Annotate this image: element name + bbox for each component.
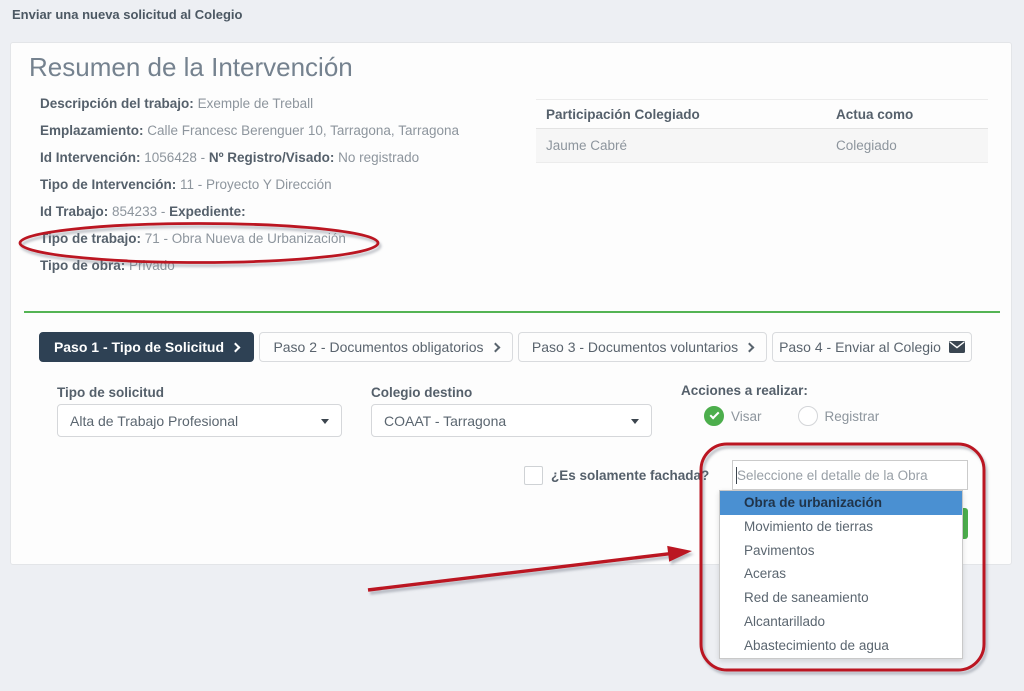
participants-table-header: Participación Colegiado Actua como [536, 99, 988, 129]
detail-row: Tipo de Intervención: 11 - Proyecto Y Di… [40, 177, 510, 204]
dropdown-option[interactable]: Pavimentos [720, 539, 962, 563]
tipo-solicitud-select[interactable]: Alta de Trabajo Profesional [57, 404, 342, 437]
green-divider [24, 311, 1000, 313]
fachada-checkbox[interactable] [524, 466, 543, 485]
obra-detail-dropdown-list: Obra de urbanización Movimiento de tierr… [719, 490, 963, 659]
tab-paso-4[interactable]: Paso 4 - Enviar al Colegio [772, 332, 972, 362]
radio-visar[interactable]: Visar [704, 406, 762, 426]
intervention-details: Descripción del trabajo: Exemple de Treb… [40, 96, 510, 285]
dropdown-option[interactable]: Red de saneamiento [720, 586, 962, 610]
tipo-solicitud-label: Tipo de solicitud [57, 385, 164, 400]
detail-row: Tipo de obra: Privado [40, 258, 510, 285]
participant-role: Colegiado [836, 138, 988, 153]
column-header: Actua como [836, 107, 988, 122]
breadcrumb-title: Enviar una nueva solicitud al Colegio [12, 7, 242, 22]
participant-name: Jaume Cabré [536, 138, 836, 153]
radio-registrar[interactable]: Registrar [798, 406, 880, 426]
chevron-right-icon [745, 342, 755, 352]
detail-row: Id Trabajo: 854233 - Expediente: [40, 204, 510, 231]
detail-row: Emplazamiento: Calle Francesc Berenguer … [40, 123, 510, 150]
caret-down-icon [631, 419, 639, 424]
acciones-radios: Visar Registrar [704, 406, 879, 426]
tab-paso-2[interactable]: Paso 2 - Documentos obligatorios [259, 332, 513, 362]
radio-unchecked-icon [798, 406, 818, 426]
combobox-placeholder: Seleccione el detalle de la Obra [737, 468, 928, 483]
detail-row: Id Intervención: 1056428 - Nº Registro/V… [40, 150, 510, 177]
table-row: Jaume Cabré Colegiado [536, 129, 988, 163]
chevron-right-icon [490, 342, 500, 352]
detail-row: Descripción del trabajo: Exemple de Treb… [40, 96, 510, 123]
detail-row-tipo-trabajo: Tipo de trabajo: 71 - Obra Nueva de Urba… [40, 231, 510, 258]
caret-down-icon [321, 419, 329, 424]
dropdown-option[interactable]: Alcantarillado [720, 610, 962, 634]
envelope-icon [949, 341, 965, 353]
column-header: Participación Colegiado [536, 107, 836, 122]
obra-detail-combobox-input[interactable]: Seleccione el detalle de la Obra [732, 460, 968, 490]
tab-paso-1[interactable]: Paso 1 - Tipo de Solicitud [39, 332, 254, 362]
wizard-steps: Paso 1 - Tipo de Solicitud Paso 2 - Docu… [39, 332, 972, 362]
dropdown-option-highlighted[interactable]: Obra de urbanización [720, 491, 962, 515]
chevron-right-icon [231, 342, 241, 352]
dropdown-option[interactable]: Abastecimiento de agua [720, 634, 962, 658]
tab-paso-3[interactable]: Paso 3 - Documentos voluntarios [518, 332, 767, 362]
radio-checked-icon [704, 406, 724, 426]
acciones-label: Acciones a realizar: [681, 383, 808, 398]
dropdown-option[interactable]: Movimiento de tierras [720, 515, 962, 539]
dropdown-option[interactable]: Aceras [720, 562, 962, 586]
colegio-destino-label: Colegio destino [371, 385, 472, 400]
colegio-destino-select[interactable]: COAAT - Tarragona [371, 404, 652, 437]
page: Enviar una nueva solicitud al Colegio Re… [0, 0, 1024, 691]
fachada-label: ¿Es solamente fachada? [551, 468, 709, 483]
section-title: Resumen de la Intervención [29, 52, 353, 83]
participants-table: Participación Colegiado Actua como Jaume… [536, 99, 988, 163]
